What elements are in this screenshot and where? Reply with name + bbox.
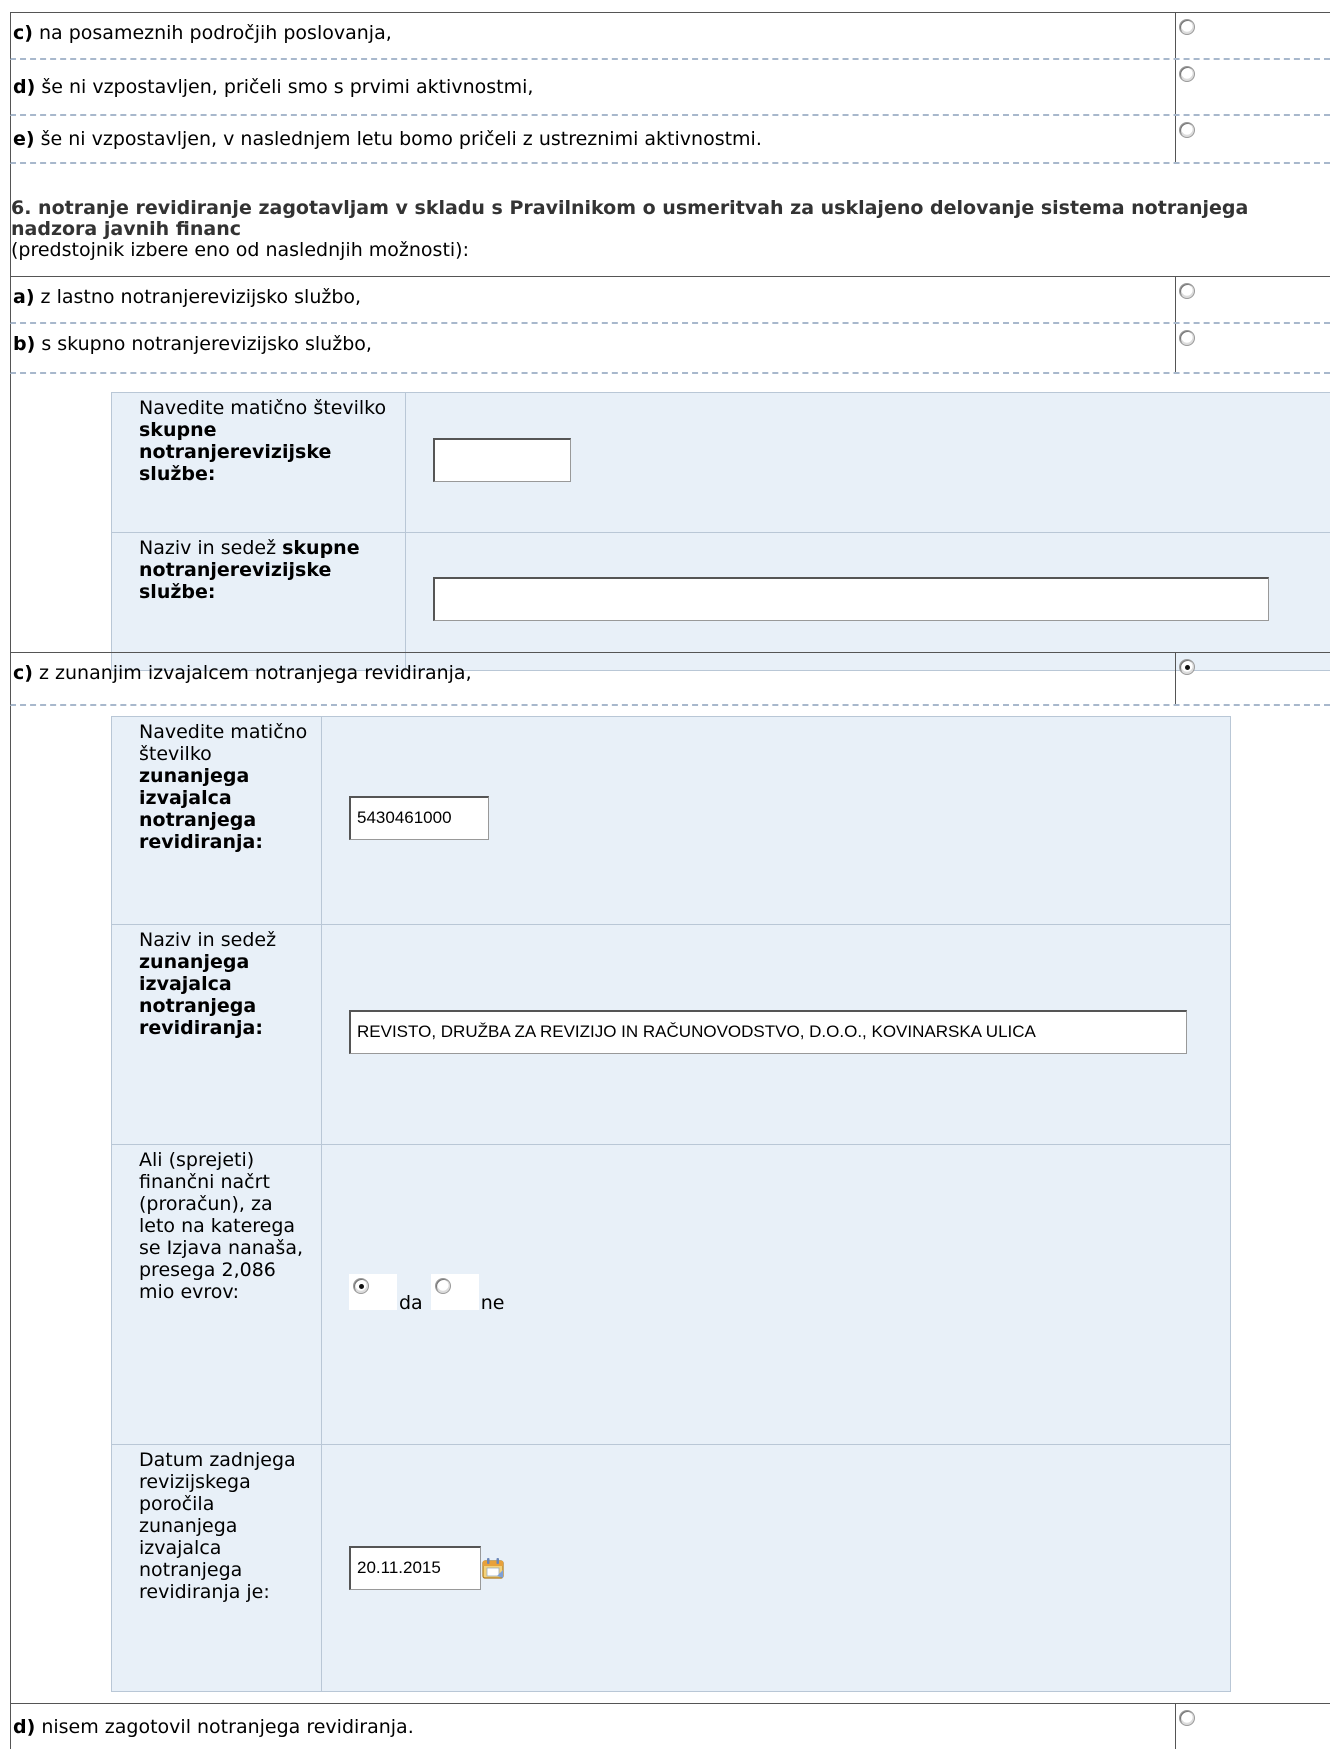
option-d-radio[interactable] [1179,1710,1195,1726]
question-6-subtitle: (predstojnik izbere eno od naslednjih mo… [11,239,469,261]
option-text: c) na posameznih področjih poslovanja, [13,22,392,44]
option-text: a) z lastno notranjerevizijsko službo, [13,286,362,308]
question-6-heading: 6. notranje revidiranje zagotavljam v sk… [11,198,1271,261]
option-radio-cell [1175,324,1195,372]
option-row-d: d) nisem zagotovil notranjega revidiranj… [10,1703,1330,1749]
option-text: c) z zunanjim izvajalcem notranjega revi… [13,662,472,684]
option-row-b: b) s skupno notranjerevizijsko službo, [10,324,1330,374]
option-radio-cell [1175,60,1195,114]
option-row-c-prev: c) na posameznih področjih poslovanja, [10,12,1330,60]
skupna-naziv-cell [405,532,1330,671]
question-heading-cell: 6. notranje revidiranje zagotavljam v sk… [10,164,1330,276]
skupna-maticna-label: Navedite matično številko skupne notranj… [111,392,406,533]
option-text: e) še ni vzpostavljen, v naslednjem letu… [13,128,762,150]
option-radio-cell [1175,653,1195,704]
skupna-subform-cell: Navedite matično številko skupne notranj… [10,374,1330,671]
option-radio-cell [1175,13,1195,58]
zunanji-maticna-label: Navedite matično številko zunanjega izva… [111,716,322,925]
option-c-radio[interactable] [1179,19,1195,35]
option-a-radio[interactable] [1179,283,1195,299]
budget-question-label: Ali (sprejeti) finančni načrt (proračun)… [111,1144,322,1445]
zunanji-subform: Navedite matično številko zunanjega izva… [111,716,1231,1692]
budget-yes-label: da [399,1292,423,1314]
zunanji-maticna-input[interactable]: 5430461000 [349,796,489,840]
option-text: b) s skupno notranjerevizijsko službo, [13,333,372,355]
option-row-d-prev: d) še ni vzpostavljen, pričeli smo s prv… [10,60,1330,116]
option-row-e-prev: e) še ni vzpostavljen, v naslednjem letu… [10,116,1330,164]
skupna-maticna-cell [405,392,1330,533]
date-cell: 20.11.2015 [321,1444,1231,1692]
date-field-group: 20.11.2015 [349,1546,505,1590]
option-radio-cell [1175,1704,1195,1749]
option-text: d) nisem zagotovil notranjega revidiranj… [13,1716,414,1738]
option-row-a: a) z lastno notranjerevizijsko službo, [10,276,1330,324]
option-e-radio[interactable] [1179,122,1195,138]
budget-no-slot [430,1274,479,1310]
question-6-title: 6. notranje revidiranje zagotavljam v sk… [11,197,1249,240]
date-label: Datum zadnjega revizijskega poročila zun… [111,1444,322,1692]
zunanji-naziv-input[interactable]: REVISTO, DRUŽBA ZA REVIZIJO IN RAČUNOVOD… [349,1010,1187,1054]
option-radio-cell [1175,277,1195,322]
budget-yes-slot [349,1274,397,1310]
option-radio-cell [1175,116,1195,162]
budget-no-radio[interactable] [434,1278,451,1294]
budget-yes-radio[interactable] [353,1278,369,1294]
option-b-radio[interactable] [1179,330,1195,346]
zunanji-naziv-cell: REVISTO, DRUŽBA ZA REVIZIJO IN RAČUNOVOD… [321,924,1231,1145]
skupna-naziv-input[interactable] [433,577,1269,621]
skupna-subform: Navedite matično številko skupne notranj… [111,392,1330,671]
option-d-radio[interactable] [1179,66,1195,82]
budget-no-label: ne [480,1292,505,1314]
skupna-naziv-label: Naziv in sedež skupne notranjerevizijske… [111,532,406,671]
skupna-maticna-input[interactable] [433,438,571,482]
zunanji-subform-cell: Navedite matično številko zunanjega izva… [10,706,1330,1703]
calendar-icon[interactable] [481,1556,505,1580]
option-text: d) še ni vzpostavljen, pričeli smo s prv… [13,76,534,98]
zunanji-naziv-label: Naziv in sedež zunanjega izvajalca notra… [111,924,322,1145]
option-row-c: c) z zunanjim izvajalcem notranjega revi… [10,652,1330,706]
budget-radio-cell: da ne [321,1144,1231,1445]
budget-radio-group: da ne [349,1274,512,1314]
option-c-radio[interactable] [1179,659,1195,675]
zunanji-maticna-cell: 5430461000 [321,716,1231,925]
date-input[interactable]: 20.11.2015 [349,1546,481,1590]
